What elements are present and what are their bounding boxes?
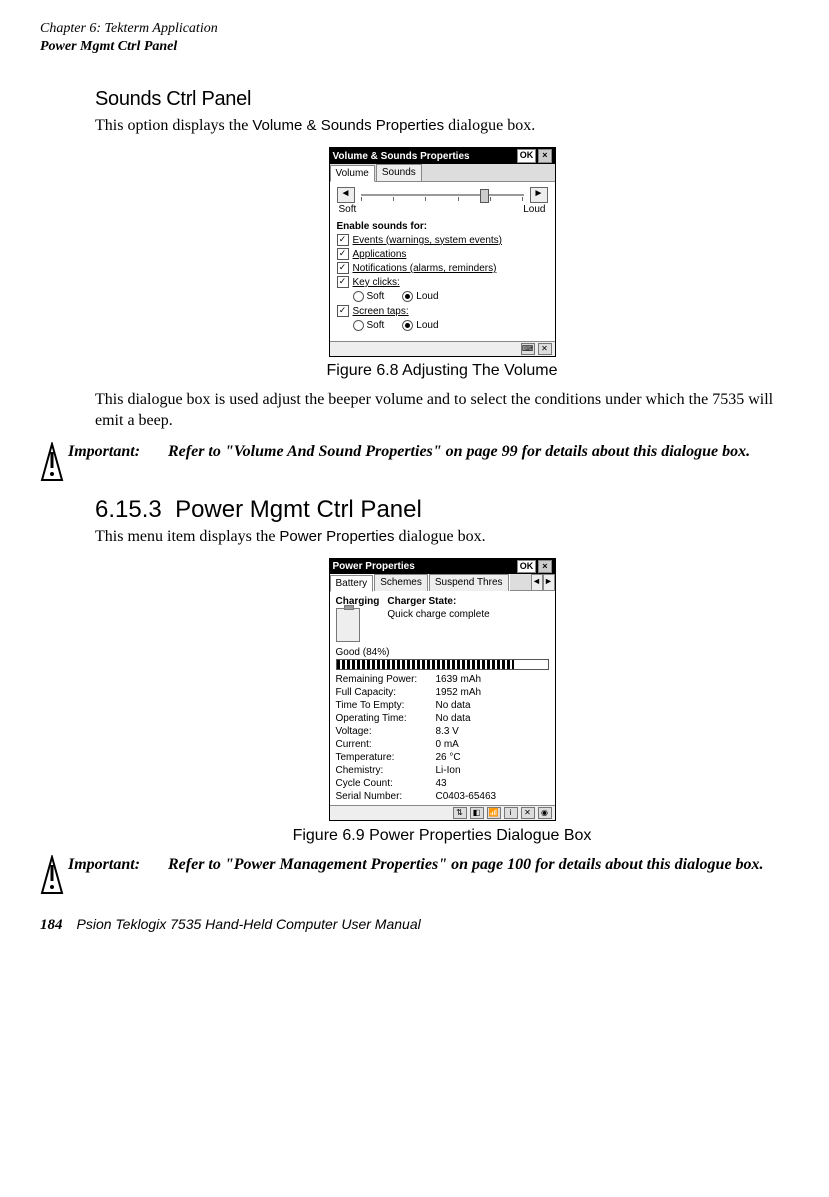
charger-state-value: Quick charge complete xyxy=(387,608,548,621)
tab-sounds[interactable]: Sounds xyxy=(376,164,422,181)
events-checkbox[interactable]: ✓ xyxy=(337,234,349,246)
battery-icon xyxy=(336,608,360,642)
running-header-section: Power Mgmt Ctrl Panel xyxy=(40,38,789,56)
tab-scroll-right[interactable]: ► xyxy=(543,574,555,591)
important-text-1: Refer to "Volume And Sound Properties" o… xyxy=(168,442,789,463)
tray-icon-1[interactable]: ⇅ xyxy=(453,807,467,819)
charger-state-label: Charger State: xyxy=(387,595,548,608)
after-figure-text: This dialogue box is used adjust the bee… xyxy=(95,390,789,432)
tray-icon-4[interactable]: i xyxy=(504,807,518,819)
power-ok-button[interactable]: OK xyxy=(517,560,537,574)
dialog-title-text: Volume & Sounds Properties xyxy=(333,150,515,163)
keyclicks-loud-label: Loud xyxy=(416,290,438,303)
tray-icon-3[interactable]: 📶 xyxy=(487,807,501,819)
battery-stats-table: Remaining Power:1639 mAh Full Capacity:1… xyxy=(336,673,549,803)
table-row: Chemistry:Li-Ion xyxy=(336,764,549,777)
table-row: Voltage:8.3 V xyxy=(336,725,549,738)
power-intro-pre: This menu item displays the xyxy=(95,528,275,545)
tab-suspend[interactable]: Suspend Thres xyxy=(429,574,509,591)
table-row: Cycle Count:43 xyxy=(336,777,549,790)
keyclicks-label: Key clicks: xyxy=(353,276,400,289)
sounds-intro-pre: This option displays the xyxy=(95,117,248,134)
volume-sounds-properties-label: Volume & Sounds Properties xyxy=(252,117,444,134)
table-row: Operating Time:No data xyxy=(336,712,549,725)
ok-button[interactable]: OK xyxy=(517,149,537,163)
footer-manual-title: Psion Teklogix 7535 Hand-Held Computer U… xyxy=(77,915,421,933)
soft-label: Soft xyxy=(339,203,357,216)
keyclicks-soft-label: Soft xyxy=(367,290,385,303)
battery-good-label: Good (84%) xyxy=(336,646,549,659)
notifications-label: Notifications (alarms, reminders) xyxy=(353,262,497,275)
power-properties-dialog: Power Properties OK × Battery Schemes Su… xyxy=(329,558,556,822)
figure-6-8-caption: Figure 6.8 Adjusting The Volume xyxy=(95,361,789,382)
volume-sounds-dialog: Volume & Sounds Properties OK × Volume S… xyxy=(329,147,556,357)
charging-label: Charging xyxy=(336,595,380,608)
volume-slider-thumb[interactable] xyxy=(480,189,489,203)
tab-volume[interactable]: Volume xyxy=(330,165,375,182)
tab-scroll-left[interactable]: ◄ xyxy=(531,574,543,591)
screentaps-checkbox[interactable]: ✓ xyxy=(337,305,349,317)
section-number: 6.15.3 xyxy=(95,496,162,523)
power-dialog-title-text: Power Properties xyxy=(333,560,515,573)
table-row: Temperature:26 °C xyxy=(336,751,549,764)
tab-schemes[interactable]: Schemes xyxy=(374,574,428,591)
screentaps-loud-radio[interactable] xyxy=(402,320,413,331)
keyclicks-loud-radio[interactable] xyxy=(402,291,413,302)
volume-increase-button[interactable]: ► xyxy=(530,187,548,203)
screentaps-label: Screen taps: xyxy=(353,305,409,318)
dialog-titlebar[interactable]: Volume & Sounds Properties OK × xyxy=(330,148,555,164)
sip-icon[interactable]: ⌨ xyxy=(521,343,535,355)
power-close-button[interactable]: × xyxy=(538,560,551,574)
important-label: Important: xyxy=(68,442,168,463)
page-number: 184 xyxy=(40,916,63,936)
screentaps-soft-radio[interactable] xyxy=(353,320,364,331)
battery-level-bar xyxy=(336,659,549,670)
loud-label: Loud xyxy=(523,203,545,216)
running-header-chapter: Chapter 6: Tekterm Application xyxy=(40,20,789,38)
dialog-tabs: Volume Sounds xyxy=(330,164,555,182)
tray-icon-2[interactable]: ◧ xyxy=(470,807,484,819)
enable-sounds-label: Enable sounds for: xyxy=(337,220,548,233)
sounds-heading: Sounds Ctrl Panel xyxy=(95,86,789,112)
table-row: Time To Empty:No data xyxy=(336,699,549,712)
dialog-statusbar: ⌨ ✕ xyxy=(330,341,555,356)
table-row: Current:0 mA xyxy=(336,738,549,751)
close-button[interactable]: × xyxy=(538,149,551,163)
power-dialog-titlebar[interactable]: Power Properties OK × xyxy=(330,559,555,575)
important-icon-2 xyxy=(40,855,68,895)
figure-6-9-caption: Figure 6.9 Power Properties Dialogue Box xyxy=(95,826,789,847)
power-intro: This menu item displays the Power Proper… xyxy=(95,527,789,548)
tray-icon-6[interactable]: ◉ xyxy=(538,807,552,819)
screentaps-soft-label: Soft xyxy=(367,319,385,332)
tray-icon-5[interactable]: ✕ xyxy=(521,807,535,819)
events-label: Events (warnings, system events) xyxy=(353,234,503,247)
keyclicks-checkbox[interactable]: ✓ xyxy=(337,276,349,288)
section-title: Power Mgmt Ctrl Panel xyxy=(175,496,422,523)
power-intro-post: dialogue box. xyxy=(398,528,485,545)
screentaps-loud-label: Loud xyxy=(416,319,438,332)
applications-label: Applications xyxy=(353,248,407,261)
table-row: Full Capacity:1952 mAh xyxy=(336,686,549,699)
tab-battery[interactable]: Battery xyxy=(330,575,374,592)
applications-checkbox[interactable]: ✓ xyxy=(337,248,349,260)
volume-decrease-button[interactable]: ◄ xyxy=(337,187,355,203)
volume-slider[interactable] xyxy=(357,188,528,202)
tray-icon[interactable]: ✕ xyxy=(538,343,552,355)
important-icon xyxy=(40,442,68,482)
power-dialog-statusbar: ⇅ ◧ 📶 i ✕ ◉ xyxy=(330,805,555,820)
notifications-checkbox[interactable]: ✓ xyxy=(337,262,349,274)
sounds-intro: This option displays the Volume & Sounds… xyxy=(95,116,789,137)
important-label-2: Important: xyxy=(68,855,168,876)
sounds-intro-post: dialogue box. xyxy=(448,117,535,134)
keyclicks-soft-radio[interactable] xyxy=(353,291,364,302)
important-text-2: Refer to "Power Management Properties" o… xyxy=(168,855,789,876)
section-6-15-3-heading: 6.15.3 Power Mgmt Ctrl Panel xyxy=(95,494,789,525)
table-row: Serial Number:C0403-65463 xyxy=(336,790,549,803)
power-properties-label: Power Properties xyxy=(279,528,394,545)
table-row: Remaining Power:1639 mAh xyxy=(336,673,549,686)
